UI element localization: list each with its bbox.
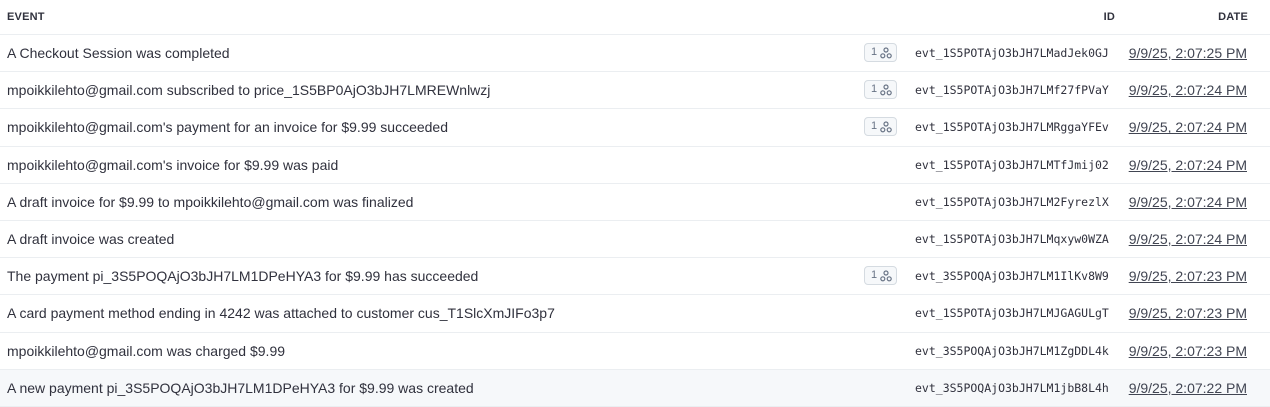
webhook-count: 1 [871, 46, 878, 58]
webhook-badge[interactable]: 1 [864, 80, 897, 100]
event-date-link[interactable]: 9/9/25, 2:07:22 PM [1129, 370, 1247, 406]
table-row[interactable]: A card payment method ending in 4242 was… [0, 295, 1270, 333]
event-date-link[interactable]: 9/9/25, 2:07:24 PM [1129, 147, 1247, 183]
event-description: A draft invoice for $9.99 to mpoikkileht… [7, 193, 414, 210]
webhook-count: 1 [871, 269, 878, 282]
event-id: evt_1S5POTAjO3bJH7LMf27fPVaY [915, 83, 1109, 98]
event-id: evt_1S5POTAjO3bJH7LMRggaYFEv [915, 120, 1109, 135]
event-description: mpoikkilehto@gmail.com was charged $9.99 [7, 342, 286, 359]
table-row[interactable]: The payment pi_3S5POQAjO3bJH7LM1DPeHYA3 … [0, 258, 1270, 296]
column-header-id: ID [1103, 11, 1115, 23]
events-table: EVENT ID DATE A Checkout Session was com… [0, 0, 1270, 407]
event-id: evt_1S5POTAjO3bJH7LMJGAGULgT [915, 306, 1109, 321]
event-date-link[interactable]: 9/9/25, 2:07:23 PM [1129, 333, 1247, 369]
table-row[interactable]: mpoikkilehto@gmail.com's payment for an … [0, 109, 1270, 147]
event-description: mpoikkilehto@gmail.com's invoice for $9.… [7, 156, 339, 173]
webhook-badge[interactable]: 1 [864, 266, 897, 286]
event-date-link[interactable]: 9/9/25, 2:07:23 PM [1129, 258, 1247, 294]
table-row[interactable]: A draft invoice was created evt_1S5POTAjO… [0, 221, 1270, 259]
event-id: evt_3S5POQAjO3bJH7LM1IlKv8W9 [915, 269, 1109, 284]
event-id: evt_1S5POTAjO3bJH7LMqxyw0WZA [915, 231, 1109, 246]
event-id: evt_3S5POQAjO3bJH7LM1jbB8L4h [915, 380, 1109, 395]
event-description: The payment pi_3S5POQAjO3bJH7LM1DPeHYA3 … [7, 268, 479, 285]
table-row[interactable]: A draft invoice for $9.99 to mpoikkileht… [0, 184, 1270, 221]
event-date-link[interactable]: 9/9/25, 2:07:24 PM [1129, 184, 1247, 220]
table-row[interactable]: mpoikkilehto@gmail.com was charged $9.99… [0, 333, 1270, 370]
webhook-badge[interactable]: 1 [864, 43, 897, 62]
table-row[interactable]: mpoikkilehto@gmail.com's invoice for $9.… [0, 147, 1270, 184]
event-id: evt_1S5POTAjO3bJH7LMadJek0GJ [915, 46, 1109, 60]
event-description: A draft invoice was created [7, 230, 175, 247]
event-id: evt_1S5POTAjO3bJH7LMTfJmij02 [915, 157, 1109, 172]
table-row[interactable]: A new payment pi_3S5POQAjO3bJH7LM1DPeHYA… [0, 369, 1270, 407]
event-date-link[interactable]: 9/9/25, 2:07:23 PM [1129, 295, 1247, 331]
webhook-badge[interactable]: 1 [864, 117, 897, 137]
column-header-event: EVENT [7, 11, 45, 23]
table-row[interactable]: mpoikkilehto@gmail.com subscribed to pri… [0, 72, 1270, 110]
table-header: EVENT ID DATE [0, 0, 1270, 35]
event-id: evt_1S5POTAjO3bJH7LM2FyrezlX [915, 194, 1109, 209]
webhook-count: 1 [871, 83, 878, 96]
event-description: A card payment method ending in 4242 was… [7, 305, 555, 322]
event-date-link[interactable]: 9/9/25, 2:07:24 PM [1129, 221, 1247, 257]
event-date-link[interactable]: 9/9/25, 2:07:24 PM [1129, 72, 1247, 108]
event-description: A new payment pi_3S5POQAjO3bJH7LM1DPeHYA… [7, 379, 474, 396]
event-date-link[interactable]: 9/9/25, 2:07:25 PM [1129, 35, 1247, 71]
column-header-date: DATE [1218, 11, 1248, 23]
webhook-count: 1 [871, 120, 878, 133]
table-body: A Checkout Session was completed 1 evt_1S5… [0, 35, 1270, 407]
event-date-link[interactable]: 9/9/25, 2:07:24 PM [1129, 109, 1247, 145]
event-id: evt_3S5POQAjO3bJH7LM1ZgDDL4k [915, 343, 1109, 358]
table-row[interactable]: A Checkout Session was completed 1 evt_1S5… [0, 35, 1270, 73]
event-description: mpoikkilehto@gmail.com's payment for an … [7, 119, 448, 136]
event-description: A Checkout Session was completed [7, 45, 230, 61]
event-description: mpoikkilehto@gmail.com subscribed to pri… [7, 82, 491, 99]
